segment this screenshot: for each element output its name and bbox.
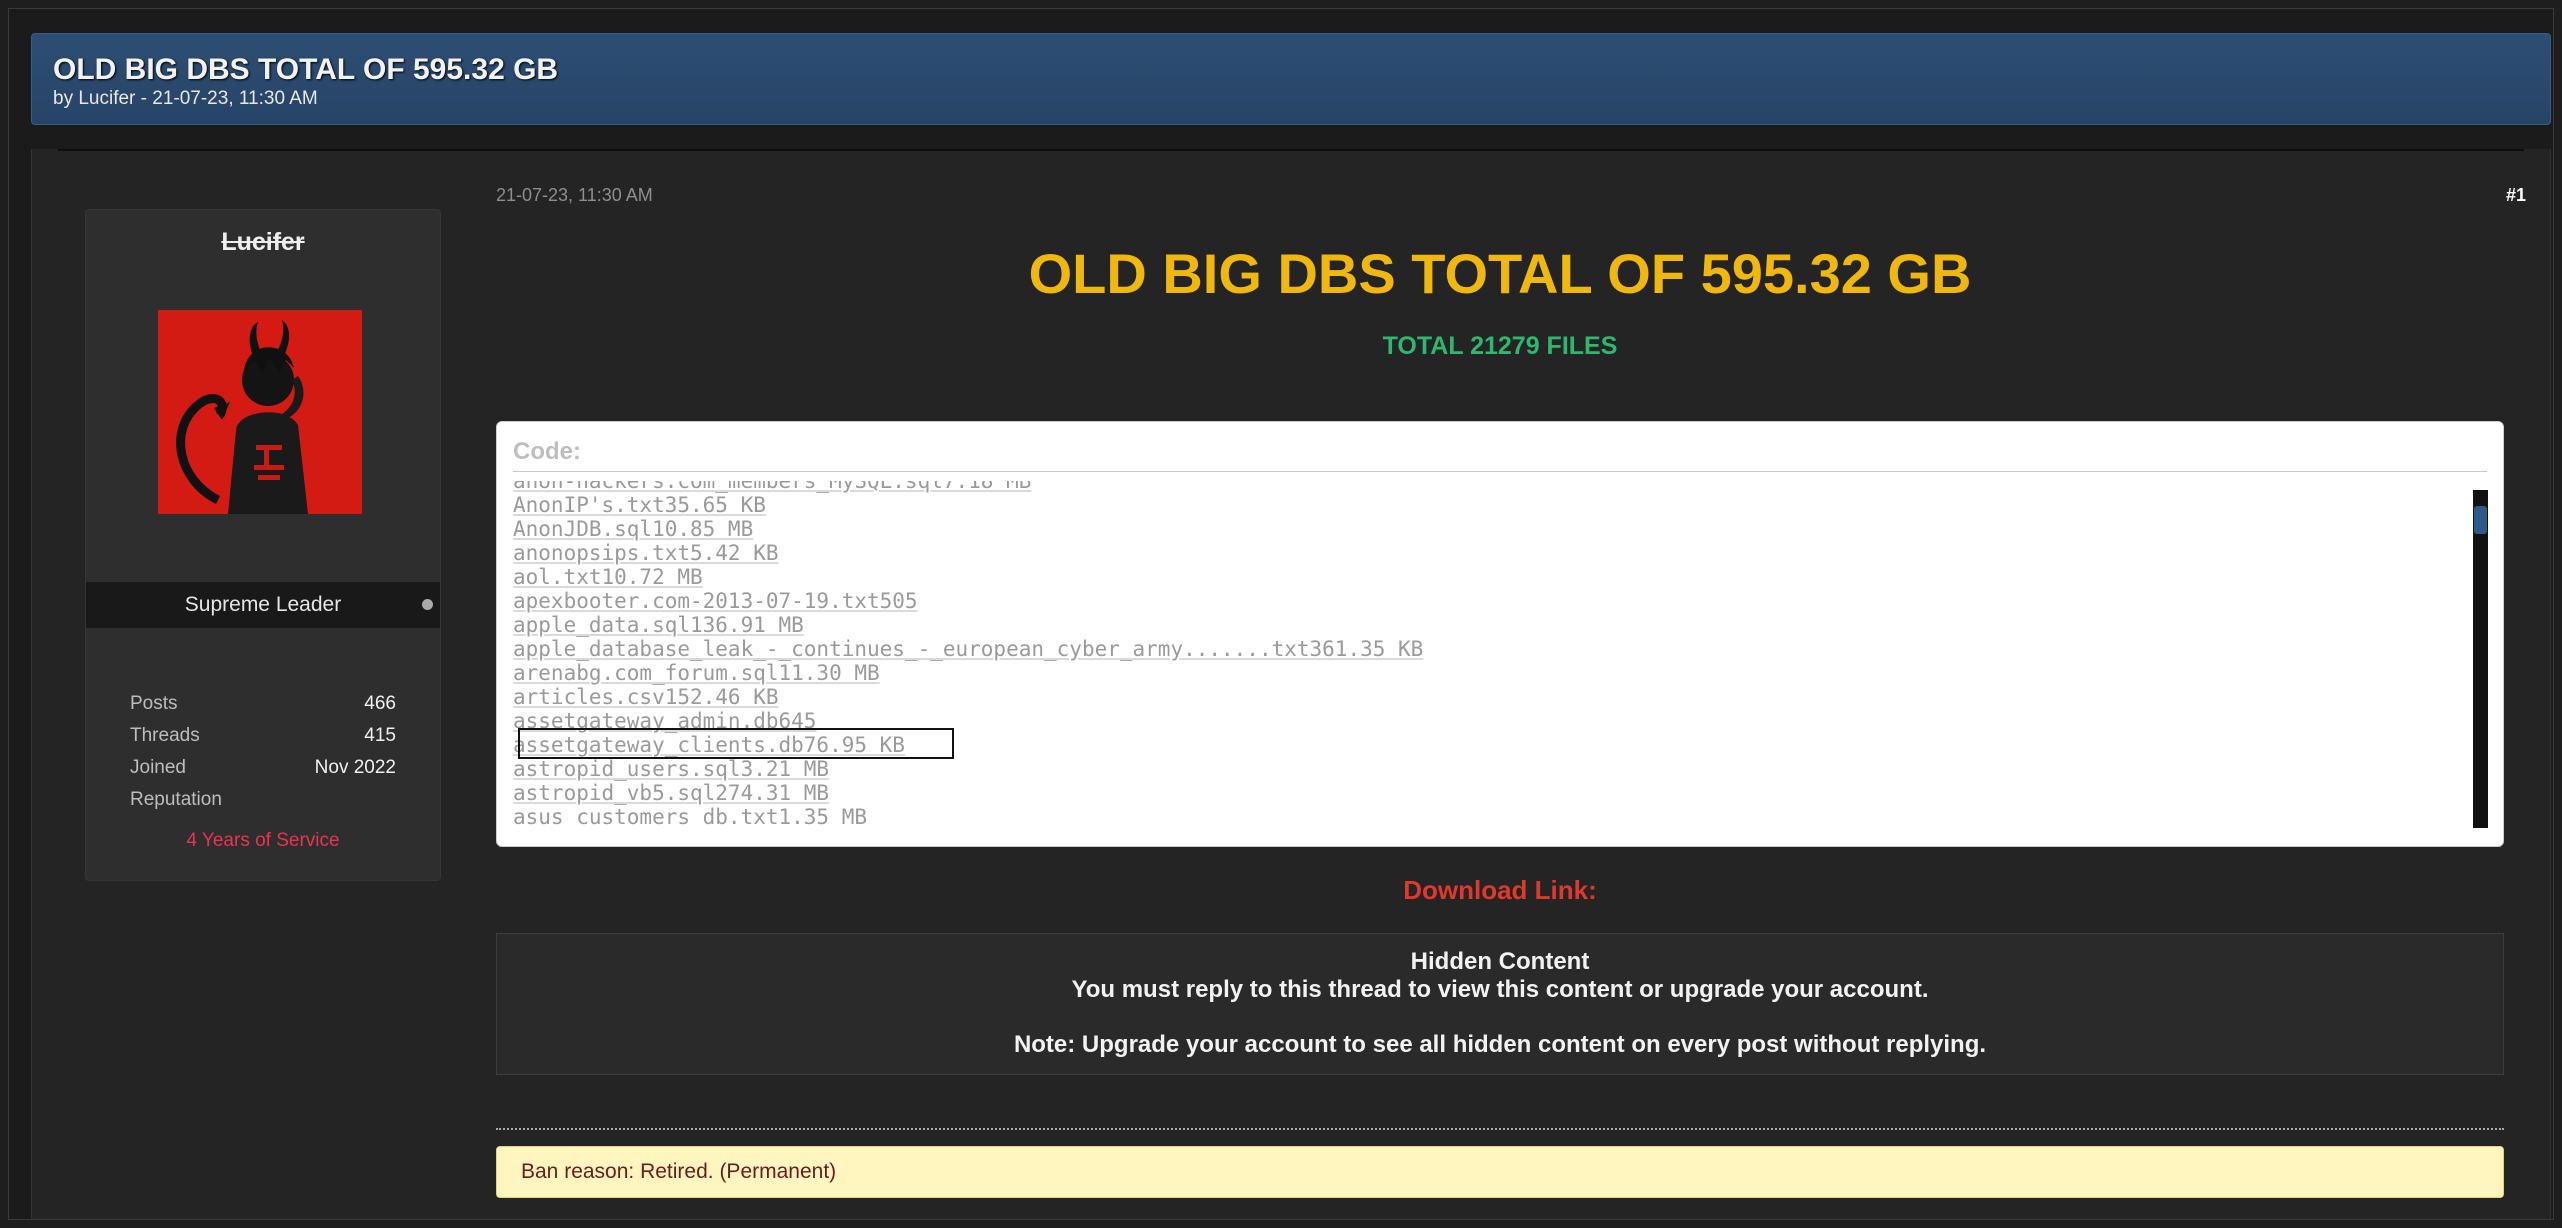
post-divider [58,149,2524,151]
stat-label: Threads [130,725,200,746]
ban-reason-notice: Ban reason: Retired. (Permanent) [496,1146,2504,1198]
code-line: arenabg.com_forum.sql11.30 MB [513,661,880,685]
stat-label: Posts [130,693,178,714]
code-line: astropid_vb5.sql274.31 MB [513,781,830,805]
code-line: AnonJDB.sql10.85 MB [513,517,754,541]
code-block: Code: anon-hackers.com_members_MySQL.sql… [496,421,2504,847]
thread-title: OLD BIG DBS TOTAL OF 595.32 GB [53,53,559,86]
code-divider [513,471,2487,472]
code-line: asus_customers_db.txt1.35 MB [513,805,868,826]
code-line: apple_database_leak_-_continues_-_europe… [513,637,1424,661]
code-line: astropid_users.sql3.21 MB [513,757,830,781]
download-link-label: Download Link: [1403,875,1597,905]
stat-label: Reputation [130,789,222,810]
code-scrollbar-thumb[interactable] [2474,506,2487,534]
post-number-link[interactable]: #1 [2506,185,2526,206]
hidden-content-title: Hidden Content [1410,948,1590,975]
post-date: 21-07-23, 11:30 AM [496,185,653,205]
user-title-bar: Supreme Leader [86,582,440,628]
stat-threads: Threads 415 [130,724,396,748]
code-lines: anon-hackers.com_members_MySQL.sql7.18 M… [513,481,2468,826]
code-line: apple_data.sql136.91 MB [513,613,804,637]
page-frame: OLD BIG DBS TOTAL OF 595.32 GB by Lucife… [8,8,2554,1220]
username-link[interactable]: Lucifer [86,228,440,257]
code-line: apexbooter.com-2013-07-19.txt505 [513,589,918,613]
stat-joined: Joined Nov 2022 [130,756,396,780]
thread-byline: by Lucifer - 21-07-23, 11:30 AM [53,88,318,109]
code-line: assetgateway_clients.db76.95 KB [513,733,905,757]
stat-posts: Posts 466 [130,692,396,716]
code-scrollbar[interactable] [2473,490,2488,828]
thread-header: OLD BIG DBS TOTAL OF 595.32 GB by Lucife… [31,33,2551,125]
code-line: assetgateway_admin.db645 [513,709,817,733]
code-label: Code: [513,438,581,465]
hidden-content-note: Note: Upgrade your account to see all hi… [1013,1031,1987,1058]
code-line: articles.csv152.46 KB [513,685,779,709]
stat-label: Joined [130,757,186,778]
user-title: Supreme Leader [184,593,342,616]
avatar[interactable] [158,310,362,514]
post-subheadline: TOTAL 21279 FILES [1382,332,1618,360]
stat-reputation: Reputation [130,788,396,812]
hidden-content-message: You must reply to this thread to view th… [1071,976,1929,1003]
code-scroll-area[interactable]: anon-hackers.com_members_MySQL.sql7.18 M… [513,481,2468,826]
offline-status-icon [422,599,433,610]
code-line: aol.txt10.72 MB [513,565,703,589]
signature-separator [496,1128,2504,1130]
stat-value: Nov 2022 [314,757,396,778]
years-of-service-badge: 4 Years of Service [186,830,340,851]
stat-value: 415 [364,725,396,746]
post-container: Lucifer Supreme Leader Posts 466 Threads… [31,149,2551,1219]
post-headline: OLD BIG DBS TOTAL OF 595.32 GB [1028,242,1972,305]
user-panel: Lucifer Supreme Leader Posts 466 Threads… [85,209,441,881]
avatar-image [158,310,362,514]
code-line: AnonIP's.txt35.65 KB [513,493,766,517]
hidden-content-box: Hidden Content You must reply to this th… [496,933,2504,1075]
stat-value: 466 [364,693,396,714]
code-line: anonopsips.txt5.42 KB [513,541,779,565]
code-line: anon-hackers.com_members_MySQL.sql7.18 M… [513,481,1032,493]
